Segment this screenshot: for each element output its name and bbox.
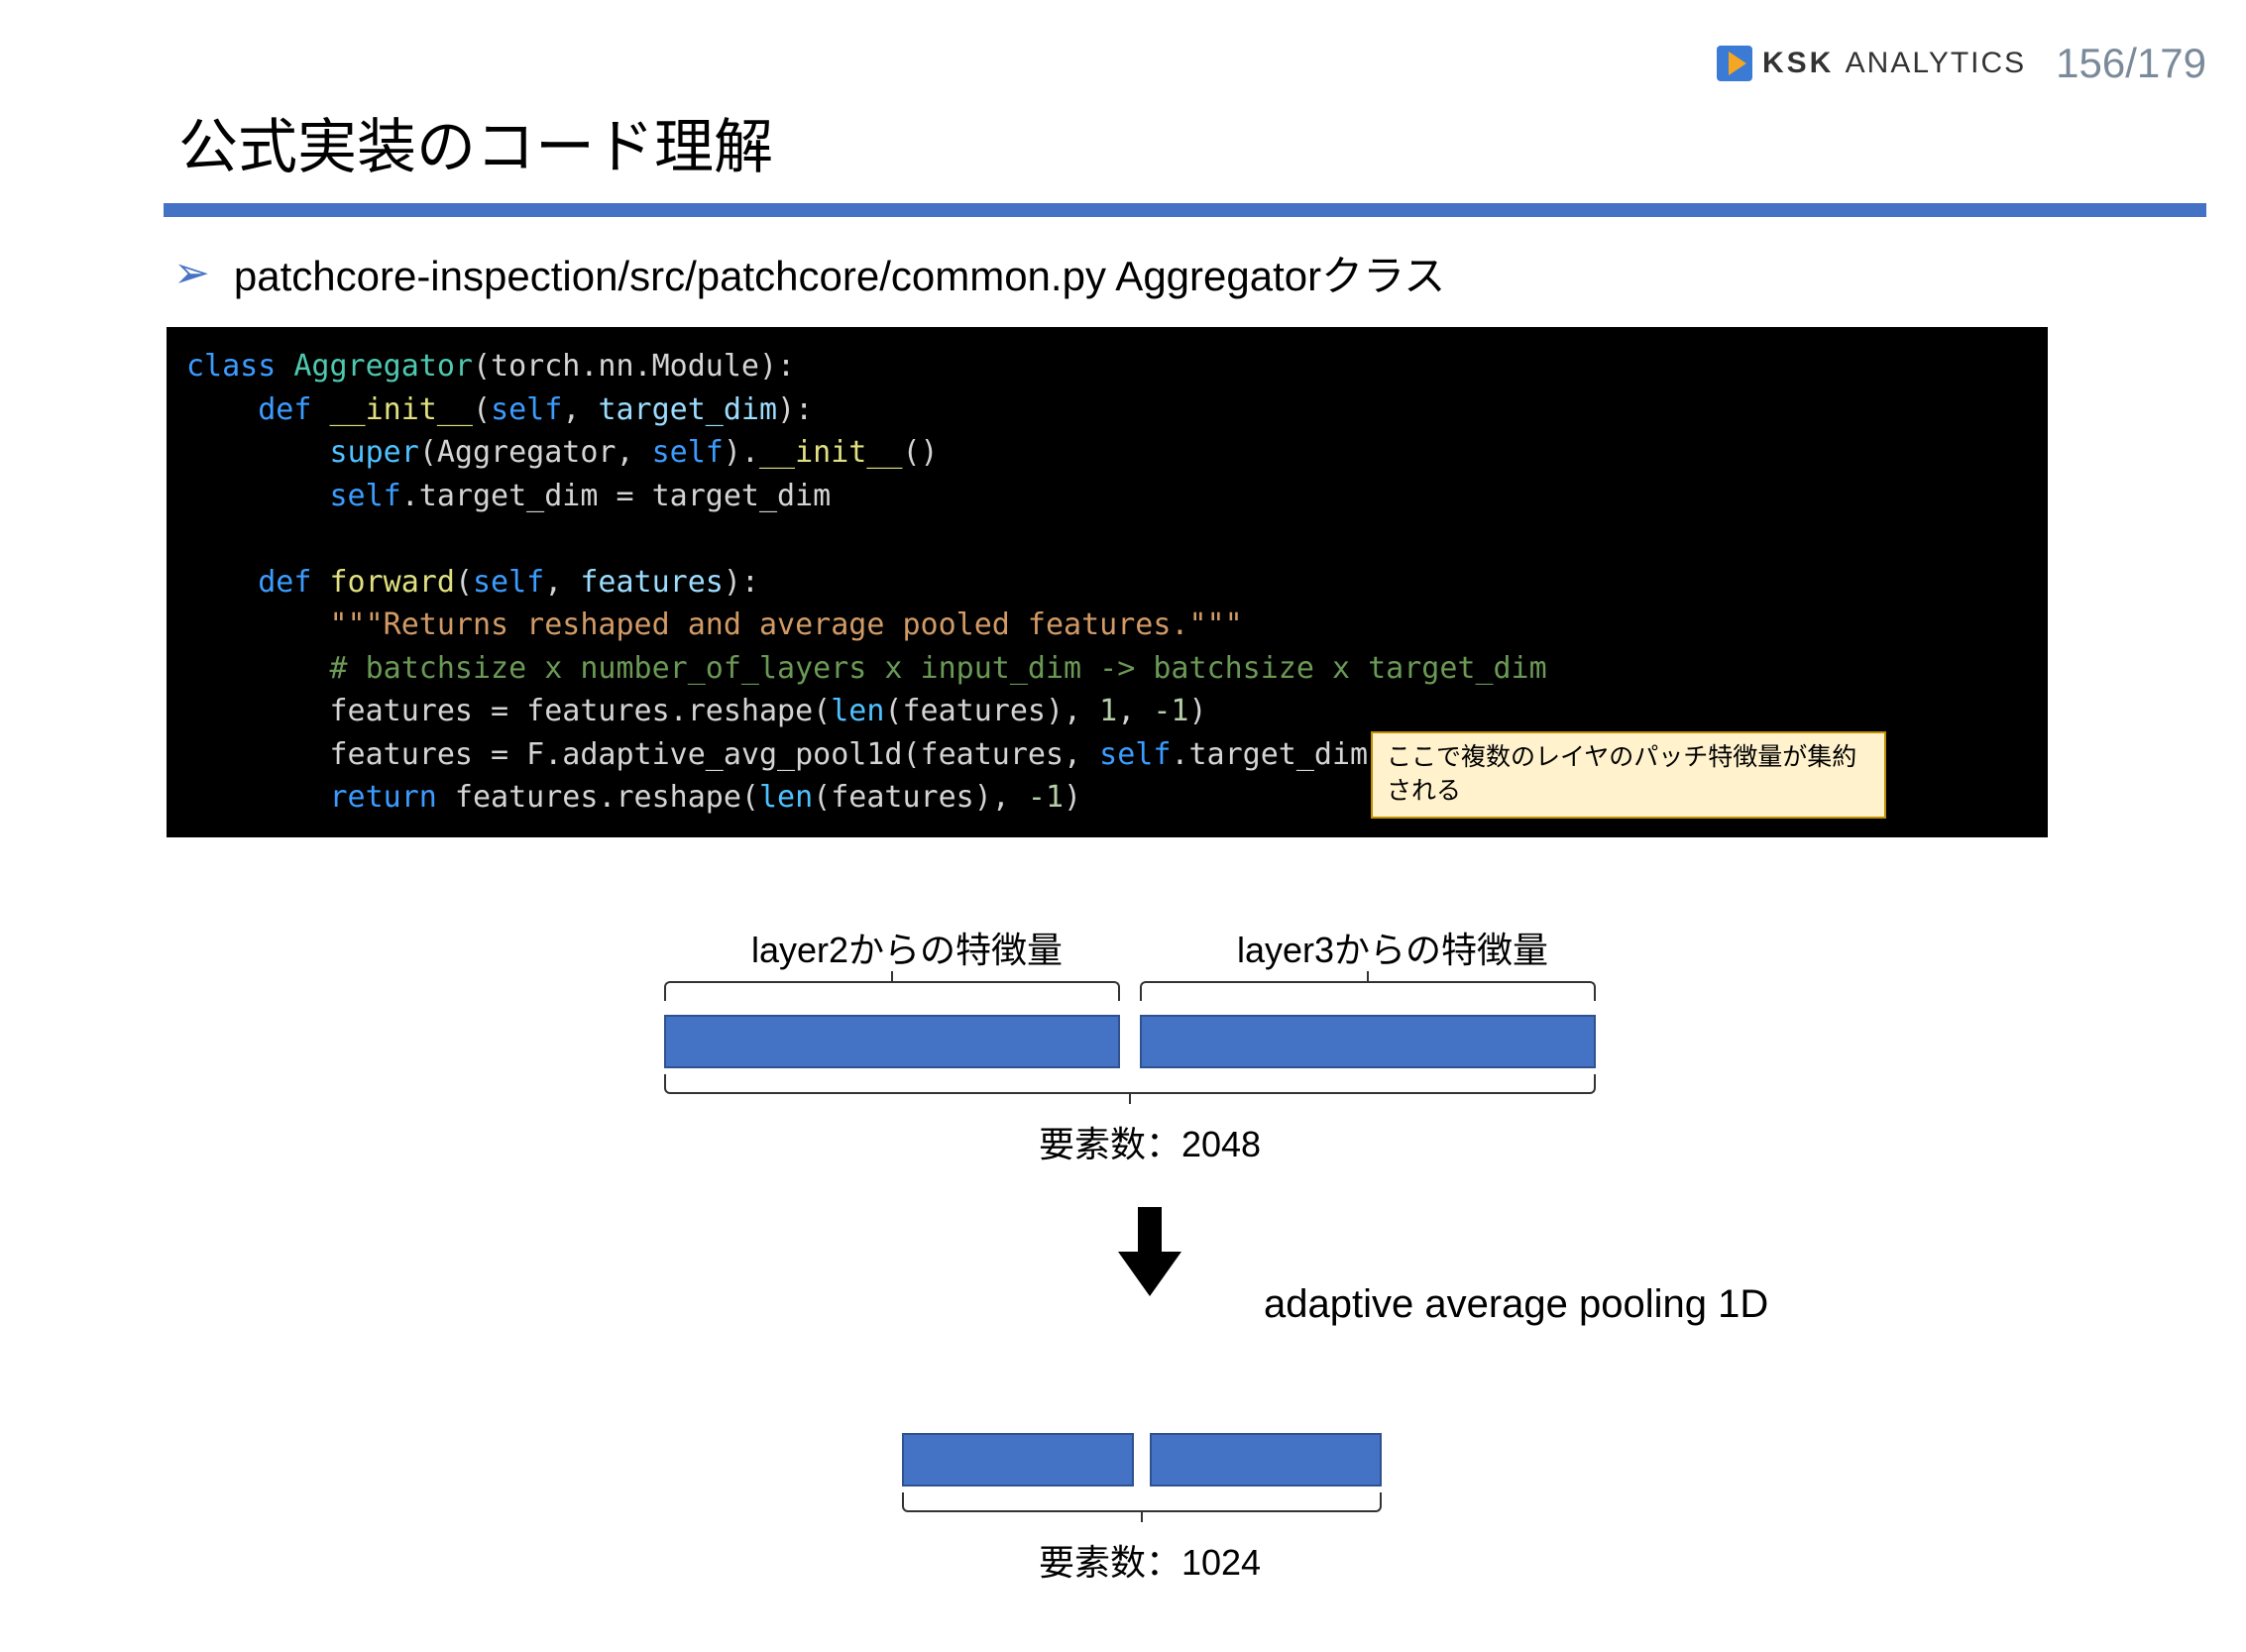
annotation-note: ここで複数のレイヤのパッチ特徴量が集約される [1371, 731, 1886, 819]
bottom-brace-before [664, 1074, 1635, 1102]
feature-diagram-before: layer2からの特徴量 layer3からの特徴量 要素数：2048 [664, 922, 1635, 1301]
layer3-label: layer3からの特徴量 [1237, 922, 1548, 973]
top-braces [664, 981, 1635, 1009]
bullet-arrow-icon: ➢ [173, 252, 210, 295]
layer2-label: layer2からの特徴量 [751, 922, 1063, 973]
feature-bars-after [902, 1433, 1398, 1487]
feature-bar-after-1 [902, 1433, 1134, 1487]
bullet-item: ➢ patchcore-inspection/src/patchcore/com… [173, 243, 1445, 303]
brand-name: KSK ANALYTICS [1762, 47, 2026, 80]
bullet-text: patchcore-inspection/src/patchcore/commo… [234, 243, 1445, 303]
feature-bar-layer3 [1140, 1015, 1596, 1068]
feature-diagram-after: 要素数：1024 [902, 1427, 1398, 1586]
page-counter: 156/179 [2056, 40, 2206, 87]
title-underline [164, 203, 2206, 217]
element-count-after: 要素数：1024 [902, 1534, 1398, 1586]
pooling-label: adaptive average pooling 1D [1264, 1282, 1768, 1327]
feature-bars-before [664, 1015, 1635, 1068]
brand-logo: KSK ANALYTICS [1717, 46, 2026, 81]
bottom-brace-after [902, 1492, 1398, 1520]
header-right: KSK ANALYTICS 156/179 [1717, 40, 2206, 87]
element-count-before: 要素数：2048 [664, 1116, 1635, 1167]
brand-logo-icon [1717, 46, 1752, 81]
feature-bar-layer2 [664, 1015, 1120, 1068]
page-title: 公式実装のコード理解 [178, 99, 773, 185]
feature-bar-after-2 [1150, 1433, 1382, 1487]
layer-labels: layer2からの特徴量 layer3からの特徴量 [664, 922, 1635, 973]
